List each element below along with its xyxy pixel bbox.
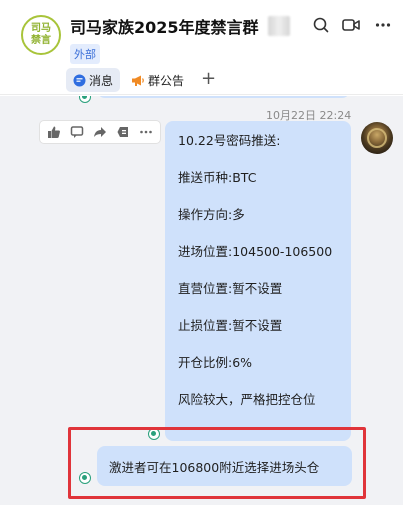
redacted-blur: [268, 16, 290, 36]
read-status-icon: [79, 472, 91, 484]
message-line: 推送币种:BTC: [178, 170, 257, 185]
more-actions-icon[interactable]: [137, 123, 155, 141]
chat-area[interactable]: 10月22日 22:24 10.22号密码推送: 推送币种:BTC 操作方向:多…: [0, 96, 403, 505]
chat-header: 司马 禁言 司马家族2025年度禁言群 外部 消息 群公告 +: [0, 0, 403, 95]
tab-announcement-label: 群公告: [148, 73, 185, 88]
more-icon[interactable]: [373, 15, 393, 35]
avatar-text-line2: 禁言: [31, 35, 51, 46]
message-line: 风险较大，严格把控仓位: [178, 392, 316, 407]
previous-message-bubble[interactable]: [97, 96, 350, 98]
tab-messages[interactable]: 消息: [66, 68, 121, 92]
message-line: 止损位置:暂不设置: [178, 318, 283, 333]
tab-messages-label: 消息: [89, 73, 114, 88]
external-tag: 外部: [70, 44, 100, 64]
message-icon: [73, 74, 86, 87]
search-icon[interactable]: [311, 15, 331, 35]
message-line: 10.22号密码推送:: [178, 133, 281, 148]
read-status-icon: [79, 96, 91, 103]
add-tab-button[interactable]: +: [201, 70, 216, 88]
group-avatar[interactable]: 司马 禁言: [21, 15, 61, 55]
quote-reply-icon[interactable]: [68, 123, 86, 141]
message-bubble-second[interactable]: 激进者可在106800附近选择进场头仓: [97, 446, 352, 486]
group-title[interactable]: 司马家族2025年度禁言群: [70, 14, 259, 38]
thumbs-up-icon[interactable]: [45, 123, 63, 141]
message-line: 操作方向:多: [178, 207, 245, 222]
message-bubble[interactable]: 10.22号密码推送: 推送币种:BTC 操作方向:多 进场位置:104500-…: [165, 121, 351, 441]
forward-icon[interactable]: [91, 123, 109, 141]
message-line: 直营位置:暂不设置: [178, 281, 283, 296]
message-line: 进场位置:104500-106500: [178, 244, 333, 259]
save-to-note-icon[interactable]: [114, 123, 132, 141]
avatar-text-line1: 司马: [31, 23, 51, 34]
tab-announcement[interactable]: 群公告: [124, 68, 191, 92]
video-call-icon[interactable]: [341, 15, 361, 35]
message-line: 开仓比例:6%: [178, 355, 253, 370]
avatar-emblem: [367, 128, 387, 148]
megaphone-icon: [131, 74, 145, 87]
sender-avatar[interactable]: [361, 122, 393, 154]
message-action-bar: [39, 120, 161, 144]
